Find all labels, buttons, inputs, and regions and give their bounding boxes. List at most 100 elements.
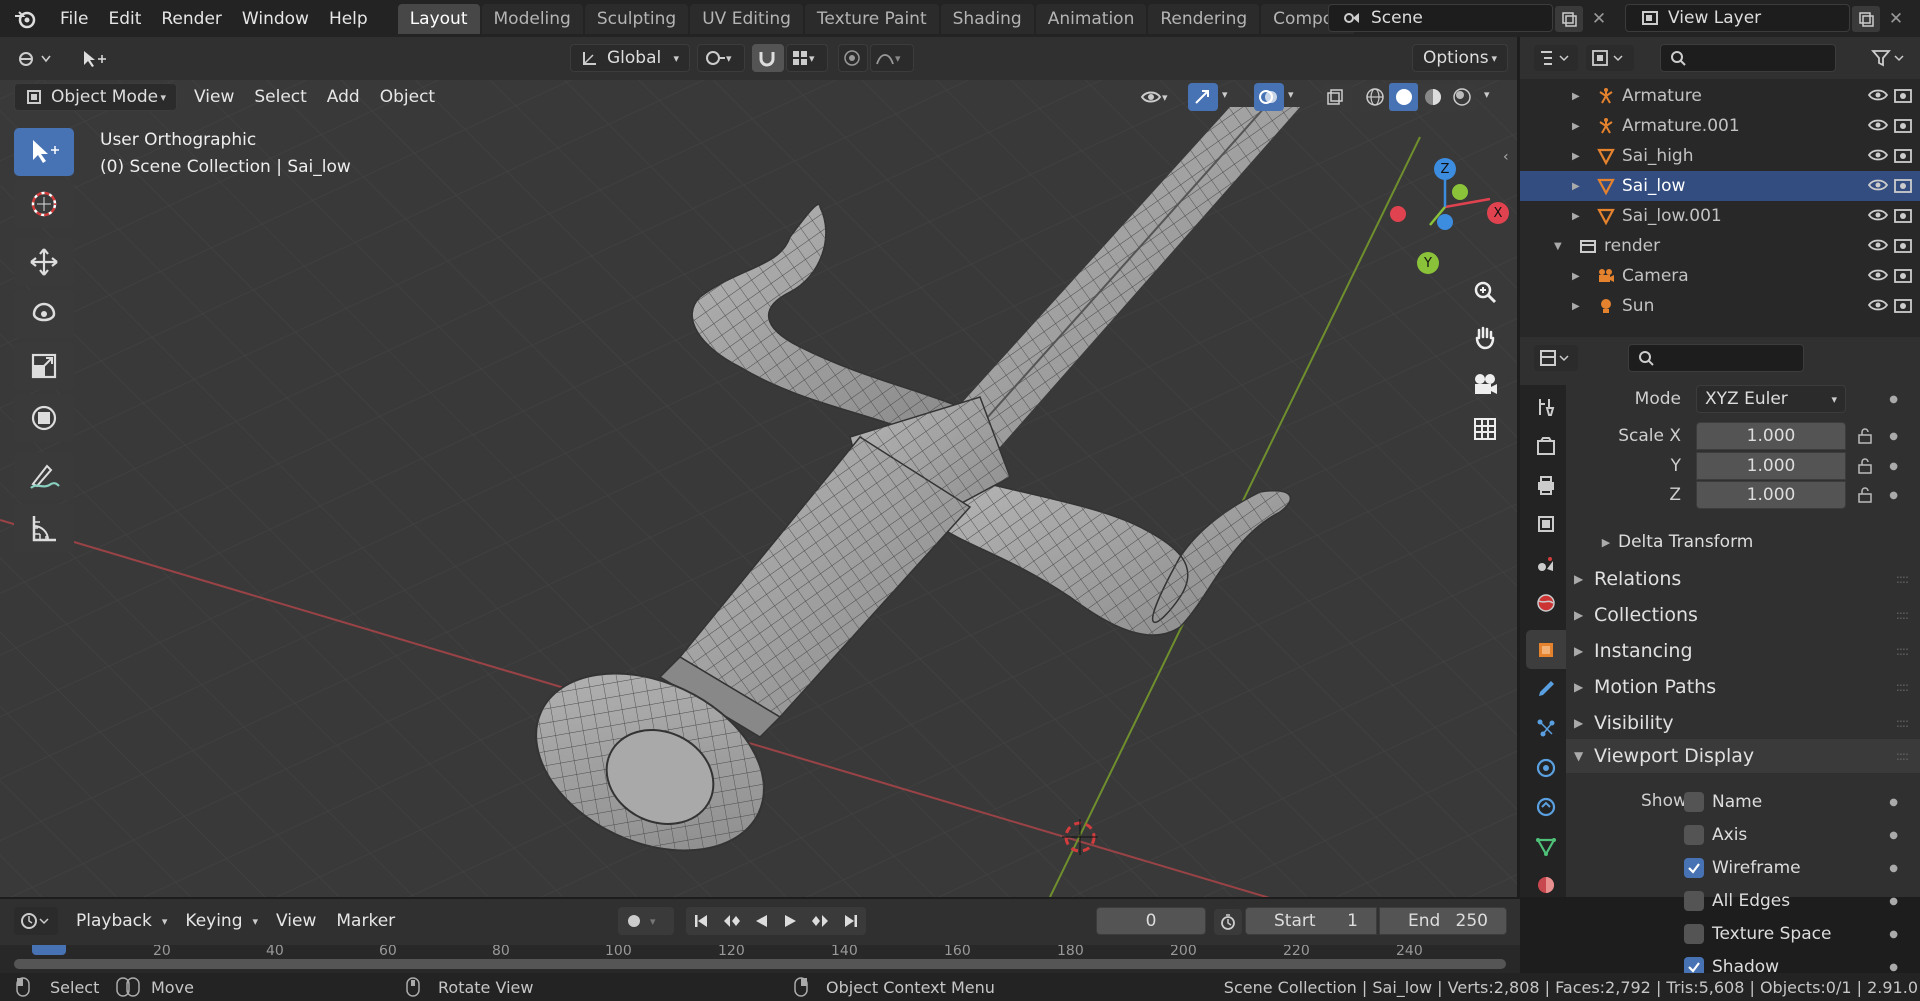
new-scene-icon[interactable] [1555, 6, 1583, 32]
scale-z-field[interactable]: 1.000 [1696, 481, 1846, 509]
properties-search-input[interactable] [1628, 344, 1804, 372]
menu-help[interactable]: Help [319, 9, 378, 29]
tool-select-box[interactable] [14, 128, 74, 176]
constraints-tab-icon[interactable] [1526, 787, 1566, 826]
physics-tab-icon[interactable] [1526, 748, 1566, 787]
next-keyframe-icon[interactable] [806, 907, 836, 935]
timeline-editor-icon[interactable] [14, 907, 58, 935]
xray-toggle[interactable] [1322, 83, 1352, 111]
play-icon[interactable] [776, 907, 806, 935]
snap-toggle[interactable] [752, 44, 784, 72]
outliner-row[interactable]: ▼ render [1520, 231, 1920, 261]
blender-logo-icon[interactable] [0, 0, 50, 37]
render-camera-icon[interactable] [1894, 87, 1912, 108]
panel-motion-paths[interactable]: ▶ Motion Paths:::: [1566, 670, 1920, 704]
new-view-layer-icon[interactable] [1852, 6, 1880, 32]
expand-arrow-icon[interactable]: ▶ [1572, 121, 1580, 132]
world-tab-icon[interactable] [1526, 583, 1566, 622]
timeline-menu-playback[interactable]: Playback [66, 911, 162, 931]
mode-dropdown[interactable]: Object Mode ▾ [14, 83, 177, 111]
visibility-eye-icon[interactable] [1867, 267, 1889, 288]
expand-arrow-icon[interactable]: ▶ [1572, 211, 1580, 222]
outliner-row[interactable]: ▶ Sai_high [1520, 141, 1920, 171]
scale-x-field[interactable]: 1.000 [1696, 422, 1846, 450]
gizmo-y-axis[interactable]: Y [1417, 252, 1439, 274]
keyframe-dot-icon[interactable]: ● [1889, 490, 1898, 501]
drag-grip-icon[interactable]: :::: [1896, 572, 1909, 586]
outliner-editor-icon[interactable] [1534, 45, 1578, 71]
drag-grip-icon[interactable]: :::: [1896, 644, 1909, 658]
checkbox[interactable] [1684, 825, 1704, 845]
scene-tab-icon[interactable] [1526, 544, 1566, 583]
view-layer-tab-icon[interactable] [1526, 505, 1566, 544]
keyframe-dot-icon[interactable]: ● [1889, 830, 1898, 841]
playhead[interactable] [32, 945, 66, 955]
delete-scene-icon[interactable]: ✕ [1587, 6, 1611, 32]
checkbox[interactable] [1684, 792, 1704, 812]
tool-move[interactable] [14, 238, 74, 286]
filter-icon[interactable] [1866, 45, 1910, 71]
menu-file[interactable]: File [50, 9, 98, 29]
visibility-eye-icon[interactable] [1867, 147, 1889, 168]
options-dropdown[interactable]: Options ▾ [1412, 44, 1508, 72]
outliner-row[interactable]: ▶ Armature.001 [1520, 111, 1920, 141]
outliner-row[interactable]: ▶ Camera [1520, 261, 1920, 291]
tool-cursor[interactable] [14, 180, 74, 228]
panel-visibility[interactable]: ▶ Visibility:::: [1566, 706, 1920, 740]
snap-target-dropdown[interactable]: ▾ [786, 44, 828, 72]
menu-edit[interactable]: Edit [98, 9, 151, 29]
show-option-row[interactable]: All Edges ● [1566, 886, 1920, 916]
stopwatch-icon[interactable] [1214, 909, 1242, 935]
record-toggle[interactable]: ▾ [618, 907, 674, 935]
start-frame-field[interactable]: Start 1 [1245, 907, 1377, 935]
visibility-dropdown[interactable]: ▾ [1136, 83, 1180, 111]
expand-arrow-icon[interactable]: ▶ [1572, 181, 1580, 192]
scene-selector[interactable]: Scene [1328, 4, 1553, 32]
render-camera-icon[interactable] [1894, 297, 1912, 318]
keyframe-dot-icon[interactable]: ● [1889, 394, 1898, 405]
timeline-menu-marker[interactable]: Marker [326, 911, 405, 931]
view-layer-selector[interactable]: View Layer [1625, 4, 1850, 32]
chevron-down-icon[interactable]: ▾ [1484, 88, 1490, 101]
workspace-tab-rendering[interactable]: Rendering [1148, 4, 1260, 34]
lock-icon[interactable] [1854, 428, 1876, 444]
delta-transform-subpanel[interactable]: ▶ Delta Transform [1566, 527, 1920, 557]
render-camera-icon[interactable] [1894, 117, 1912, 138]
workspace-tab-uv-editing[interactable]: UV Editing [690, 4, 803, 34]
keyframe-dot-icon[interactable]: ● [1889, 461, 1898, 472]
gizmo-toggle[interactable] [1188, 83, 1218, 111]
expand-arrow-icon[interactable]: ▶ [1572, 91, 1580, 102]
outliner-row[interactable]: ▶ Sai_low.001 [1520, 201, 1920, 231]
show-option-row[interactable]: Name ● [1566, 787, 1920, 817]
viewport-menu-select[interactable]: Select [244, 87, 316, 107]
timeline-ruler[interactable]: 020406080100120140160180200220240 [0, 945, 1520, 973]
display-mode-icon[interactable] [1586, 45, 1634, 71]
tool-transform[interactable] [14, 394, 74, 442]
tool-measure[interactable] [14, 504, 74, 552]
wireframe-shading-icon[interactable] [1360, 83, 1389, 111]
editor-type-icon[interactable] [14, 45, 58, 73]
jump-end-icon[interactable] [836, 907, 866, 935]
workspace-tab-shading[interactable]: Shading [940, 4, 1034, 34]
timeline-scrollbar[interactable] [14, 959, 1506, 969]
show-option-row[interactable]: Wireframe ● [1566, 853, 1920, 883]
viewport-3d[interactable]: User Orthographic (0) Scene Collection |… [0, 37, 1517, 897]
tool-rotate[interactable] [14, 290, 74, 338]
workspace-tab-texture-paint[interactable]: Texture Paint [804, 4, 939, 34]
chevron-down-icon[interactable]: ▾ [1288, 88, 1294, 101]
outliner-row[interactable]: ▶ Sai_low [1520, 171, 1920, 201]
select-box-tool-icon[interactable] [76, 45, 110, 73]
overlays-toggle[interactable] [1254, 83, 1284, 111]
sidebar-toggle-icon[interactable]: ‹ [1503, 149, 1509, 165]
panel-collections[interactable]: ▶ Collections:::: [1566, 598, 1920, 632]
ortho-grid-icon[interactable] [1466, 410, 1504, 448]
proportional-edit-toggle[interactable] [838, 44, 868, 72]
expand-arrow-icon[interactable]: ▶ [1572, 151, 1580, 162]
render-tab-icon[interactable] [1526, 426, 1566, 465]
end-frame-field[interactable]: End 250 [1379, 907, 1507, 935]
jump-start-icon[interactable] [686, 907, 716, 935]
expand-arrow-icon[interactable]: ▶ [1572, 301, 1580, 312]
workspace-tab-modeling[interactable]: Modeling [481, 4, 583, 34]
visibility-eye-icon[interactable] [1867, 87, 1889, 108]
chevron-down-icon[interactable]: ▾ [1222, 88, 1228, 101]
